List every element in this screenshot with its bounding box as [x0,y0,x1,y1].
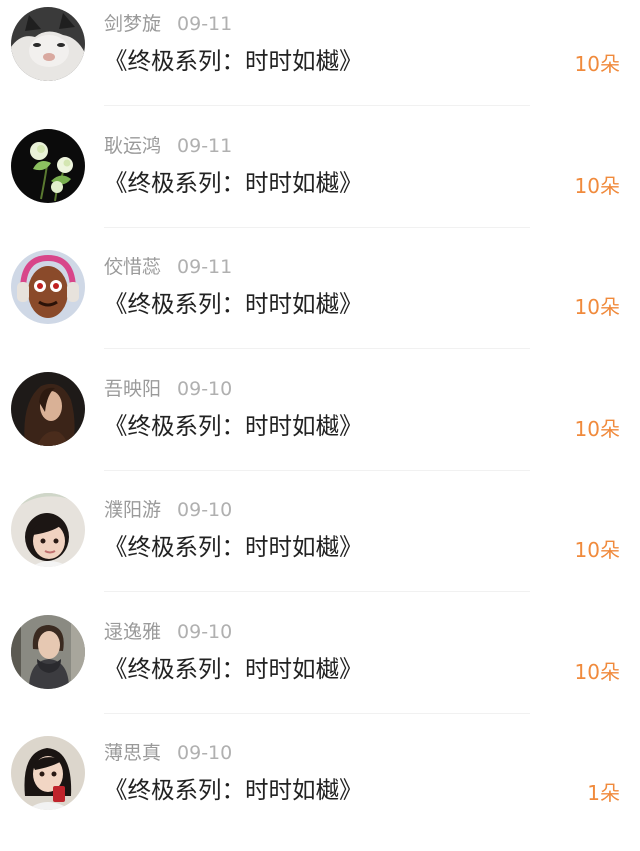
list-item[interactable]: 耿运鸿 09-11 《终极系列：时时如樾》 10朵 [0,122,640,244]
list-item[interactable]: 逯逸雅 09-10 《终极系列：时时如樾》 10朵 [0,608,640,730]
item-meta: 吾映阳 09-10 [104,377,232,401]
flower-count: 10朵 [574,52,620,76]
flower-count: 10朵 [574,173,620,198]
child-photo-avatar-icon[interactable] [11,493,85,567]
book-title[interactable]: 《终极系列：时时如樾》 [104,411,363,441]
user-name[interactable]: 吾映阳 [104,378,161,400]
item-meta: 剑梦旋 09-11 [104,12,232,36]
book-title[interactable]: 《终极系列：时时如樾》 [104,654,363,684]
list-item[interactable]: 濮阳游 09-10 《终极系列：时时如樾》 10朵 [0,486,640,608]
item-date: 09-10 [177,742,233,764]
reward-list: 剑梦旋09-11 《终极系列：时时如樾》 10朵 耿运鸿09-11 《终极系 [0,0,640,821]
divider [104,591,530,592]
item-meta: 逯逸雅 09-10 [104,620,232,644]
flower-count: 10朵 [574,538,620,562]
user-name[interactable]: 濮阳游 [104,499,161,521]
cat-photo-avatar-icon[interactable] [11,7,85,81]
user-name[interactable]: 耿运鸿 [104,135,161,157]
list-item[interactable]: 佼惜蕊 09-11 《终极系列：时时如樾》 10朵 [0,243,640,365]
cartoon-headphones-avatar-icon[interactable] [11,250,85,324]
list-item[interactable]: 薄思真 09-10 《终极系列：时时如樾》 1朵 [0,729,640,851]
divider [104,469,530,471]
book-title[interactable]: 《终极系列：时时如樾》 [104,46,363,76]
user-name[interactable]: 逯逸雅 [104,621,161,643]
flower-count: 10朵 [574,659,620,684]
item-date: 09-10 [177,499,233,521]
divider [104,348,530,349]
item-date: 09-10 [177,377,233,400]
item-meta: 耿运鸿 09-11 [104,134,232,158]
book-title[interactable]: 《终极系列：时时如樾》 [104,532,363,562]
item-meta: 濮阳游 09-10 [104,498,232,522]
item-meta: 薄思真 09-10 [104,741,232,765]
item-date: 09-10 [177,620,233,643]
user-name[interactable]: 薄思真 [104,742,161,764]
woman-long-hair-avatar-icon[interactable] [11,371,85,446]
flower-photo-avatar-icon[interactable] [11,128,85,203]
woman-scarf-avatar-icon[interactable] [11,614,85,689]
item-meta: 佼惜蕊 09-11 [104,255,232,279]
divider [104,226,530,228]
item-date: 09-11 [177,13,233,35]
book-title[interactable]: 《终极系列：时时如樾》 [104,168,363,198]
item-date: 09-11 [177,256,233,278]
list-item[interactable]: 吾映阳 09-10 《终极系列：时时如樾》 10朵 [0,365,640,487]
flower-count: 10朵 [574,416,620,441]
flower-count: 10朵 [574,295,620,319]
user-name[interactable]: 佼惜蕊 [104,256,161,278]
list-item[interactable]: 剑梦旋 09-11 《终极系列：时时如樾》 10朵 [0,0,640,122]
girl-photo-avatar-icon[interactable] [11,736,85,810]
divider [104,712,530,714]
flower-count: 1朵 [587,781,620,805]
divider [104,105,530,106]
user-name[interactable]: 剑梦旋 [104,13,161,35]
book-title[interactable]: 《终极系列：时时如樾》 [104,289,363,319]
item-date: 09-11 [177,134,233,157]
book-title[interactable]: 《终极系列：时时如樾》 [104,775,363,805]
